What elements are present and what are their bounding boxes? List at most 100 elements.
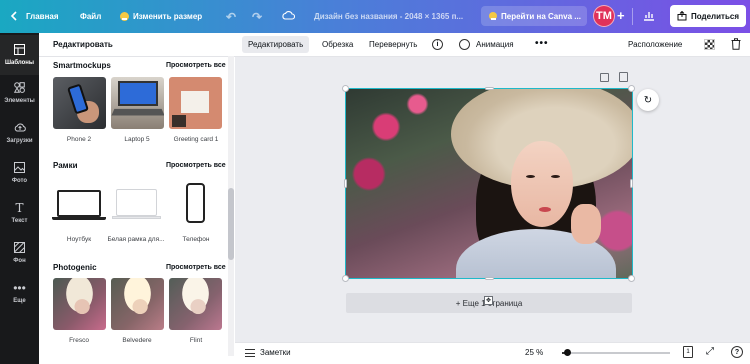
thumb-caption: Fresco [69,337,89,344]
rail-label: Загрузки [6,138,33,144]
resize-handle[interactable] [342,85,349,92]
share-button[interactable]: Поделиться [670,5,746,27]
rail-item-uploads[interactable]: Загрузки [0,113,39,153]
duplicate-page-icon[interactable] [600,73,609,82]
resize-handle[interactable] [342,275,349,282]
resize-handle[interactable] [485,87,494,90]
add-people-icon[interactable]: + [617,8,625,23]
frame-phone[interactable] [186,183,205,223]
see-all-link[interactable]: Просмотреть все [166,162,226,169]
animation-button[interactable]: Анимация [470,36,520,53]
see-all-link[interactable]: Просмотреть все [166,264,226,271]
animation-icon[interactable] [459,39,470,50]
divider [632,8,633,25]
resize-handle[interactable] [628,275,635,282]
bottom-bar [235,342,750,364]
notes-icon [245,348,255,357]
filter-thumb-flint[interactable] [169,278,222,330]
rail-item-text[interactable]: T Текст [0,193,39,233]
rail-label: Фото [11,178,28,184]
position-button[interactable]: Расположение [622,36,688,53]
mockup-thumb-laptop[interactable] [111,77,164,129]
elements-icon [13,82,25,95]
frame-white-laptop[interactable] [116,189,157,216]
document-title[interactable]: Дизайн без названия - 2048 × 1365 п... [314,12,463,21]
more-icon: ••• [13,281,26,295]
cloud-save-icon[interactable] [282,10,295,20]
redo-icon[interactable]: ↷ [252,10,262,24]
section-title-photogenic: Photogenic [53,263,97,272]
thumb-caption: Phone 2 [66,136,92,143]
rail-label: Еще [13,298,26,304]
see-all-link[interactable]: Просмотреть все [166,62,226,69]
trash-icon[interactable] [731,38,741,50]
resize-handle[interactable] [485,277,494,280]
notes-label: Заметки [260,348,291,357]
background-icon [14,242,25,255]
templates-icon [14,44,25,57]
upgrade-label: Перейти на Canva ... [501,11,581,21]
selection-frame [345,88,633,279]
share-icon [677,11,687,21]
thumb-caption: Laptop 5 [124,136,150,143]
avatar[interactable]: TM [593,5,615,27]
flip-button[interactable]: Перевернуть [363,36,423,53]
zoom-value[interactable]: 25 % [525,348,543,357]
page-count-button[interactable]: 1 [683,346,693,358]
filter-thumb-belvedere[interactable] [111,278,164,330]
rail-item-photos[interactable]: Фото [0,153,39,193]
crown-icon [120,12,129,21]
home-button[interactable]: Главная [26,12,59,21]
mockup-thumb-phone[interactable] [53,77,106,129]
thumb-caption: Belvedere [122,337,152,344]
undo-icon[interactable]: ↶ [226,10,236,24]
rail-item-more[interactable]: ••• Еще [0,273,39,313]
thumb-caption: Телефон [182,236,210,243]
edit-image-button[interactable]: Редактировать [242,36,310,53]
crop-button[interactable]: Обрезка [316,36,359,53]
transparency-icon[interactable] [704,39,715,50]
move-icon[interactable]: ✥ [484,296,493,305]
rail-label: Фон [13,258,26,264]
frame-laptop-base [52,217,106,220]
resize-handle[interactable] [344,179,347,188]
fullscreen-icon[interactable]: ⤢ [706,346,714,357]
resize-handle[interactable] [630,179,633,188]
thumb-caption: Flint [189,337,203,344]
rail-label: Шаблоны [4,60,35,66]
help-icon[interactable]: ? [731,346,743,358]
back-chevron-icon[interactable] [10,11,18,21]
section-title-smartmockups: Smartmockups [53,61,111,70]
zoom-slider[interactable] [562,352,670,354]
thumb-caption: Ноутбук [66,236,92,243]
photos-icon [14,162,25,175]
rail-item-elements[interactable]: Элементы [0,73,39,113]
filter-thumb-fresco[interactable] [53,278,106,330]
info-icon[interactable]: i [432,39,443,50]
rotate-icon[interactable]: ↻ [637,89,659,111]
resize-label: Изменить размер [133,12,203,21]
add-page-icon[interactable] [619,72,628,82]
file-menu[interactable]: Файл [80,12,101,21]
rail-item-background[interactable]: Фон [0,233,39,273]
section-title-frames: Рамки [53,161,78,170]
rail-label: Элементы [4,98,35,104]
resize-handle[interactable] [628,85,635,92]
stats-icon[interactable] [643,9,655,21]
frame-white-base [112,216,161,219]
crown-icon [489,12,497,20]
share-label: Поделиться [690,11,739,21]
panel-title: Редактировать [53,40,113,49]
text-icon: T [15,201,24,215]
more-options-icon[interactable]: ••• [535,38,549,49]
rail-label: Текст [11,218,28,224]
scrollbar-thumb[interactable] [228,188,234,260]
resize-button[interactable]: Изменить размер [120,12,202,21]
mockup-thumb-card[interactable] [169,77,222,129]
rail-item-templates[interactable]: Шаблоны [0,35,39,75]
notes-button[interactable]: Заметки [245,348,291,357]
thumb-caption: Белая рамка для... [107,236,165,243]
frame-laptop[interactable] [57,190,101,217]
upgrade-button[interactable]: Перейти на Canva ... [481,6,587,26]
divider [39,56,235,57]
